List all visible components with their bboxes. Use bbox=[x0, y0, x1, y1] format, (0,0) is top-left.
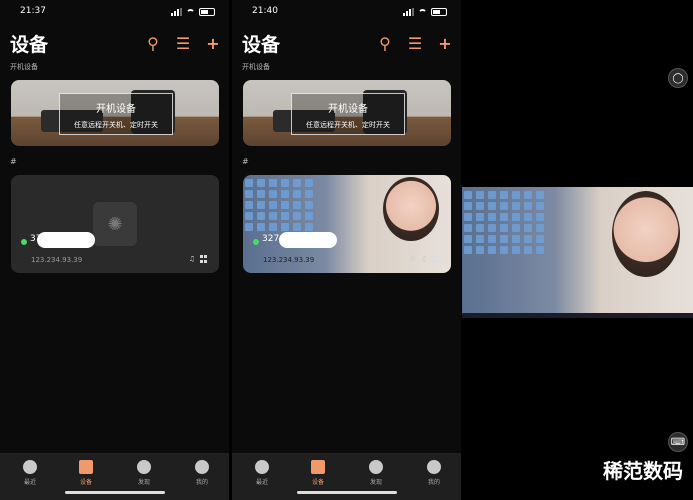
tab-bar: 最近 设备 发现 我的 bbox=[232, 453, 461, 500]
compass-icon bbox=[369, 460, 383, 474]
online-status-dot bbox=[253, 239, 259, 245]
keyboard-icon[interactable]: ⌨ bbox=[668, 432, 688, 452]
device-card[interactable]: 3276 123.234.93.39 ⚙ ♫ bbox=[243, 175, 451, 273]
person-icon bbox=[195, 460, 209, 474]
windows-icon bbox=[432, 255, 439, 263]
watermark: 稀范数码 bbox=[603, 459, 683, 483]
person-icon bbox=[427, 460, 441, 474]
image-icon bbox=[311, 460, 325, 474]
wifi-icon bbox=[186, 8, 195, 16]
battery-icon bbox=[431, 8, 447, 16]
search-icon[interactable]: ⚲ bbox=[377, 34, 393, 53]
section-hash-label: # bbox=[10, 157, 17, 166]
desktop-photo bbox=[383, 177, 439, 241]
bell-icon[interactable]: ♫ bbox=[189, 255, 195, 263]
banner-subtitle: 任意远程开关机、定时开关 bbox=[74, 121, 158, 129]
clock-icon bbox=[255, 460, 269, 474]
wifi-icon bbox=[418, 8, 427, 16]
image-icon bbox=[79, 460, 93, 474]
menu-icon[interactable]: ☰ bbox=[175, 34, 191, 53]
power-device-banner[interactable]: 开机设备 任意远程开关机、定时开关 bbox=[11, 80, 219, 146]
banner-subtitle: 任意远程开关机、定时开关 bbox=[306, 121, 390, 129]
search-icon[interactable]: ⚲ bbox=[145, 34, 161, 53]
home-indicator bbox=[296, 491, 397, 494]
remote-desktop-stream[interactable] bbox=[462, 187, 693, 318]
bell-icon[interactable]: ♫ bbox=[421, 255, 427, 263]
compass-icon bbox=[137, 460, 151, 474]
menu-icon[interactable]: ☰ bbox=[407, 34, 423, 53]
device-card[interactable]: ✺ 37 123.234.93.39 ♫ bbox=[11, 175, 219, 273]
redacted-name bbox=[37, 232, 95, 248]
windows-icon bbox=[200, 255, 207, 263]
device-ip: 123.234.93.39 bbox=[263, 256, 315, 264]
home-indicator bbox=[64, 491, 165, 494]
phone-screen-1: 21:37 设备 ⚲ ☰ + 开机设备 开机设备 任意远程开关机、定时开关 # … bbox=[0, 0, 229, 500]
plus-icon[interactable]: + bbox=[205, 34, 221, 53]
status-bar: 21:37 bbox=[20, 6, 215, 20]
remote-desktop-view: ◯ ⌨ 稀范数码 bbox=[462, 0, 693, 500]
phone-screen-2: 21:40 设备 ⚲ ☰ + 开机设备 开机设备 任意远程开关机、定时开关 # … bbox=[232, 0, 461, 500]
status-bar: 21:40 bbox=[252, 6, 447, 20]
desktop-icons bbox=[245, 179, 315, 231]
desktop-photo bbox=[612, 191, 680, 277]
remote-control-icon[interactable]: ◯ bbox=[668, 68, 688, 88]
tab-discover[interactable]: 发现 bbox=[356, 460, 396, 486]
tab-me[interactable]: 我的 bbox=[182, 460, 222, 486]
tab-me[interactable]: 我的 bbox=[414, 460, 454, 486]
power-device-banner[interactable]: 开机设备 任意远程开关机、定时开关 bbox=[243, 80, 451, 146]
status-time: 21:37 bbox=[20, 6, 46, 16]
banner-title: 开机设备 bbox=[328, 104, 368, 115]
tab-bar: 最近 设备 发现 我的 bbox=[0, 453, 229, 500]
tab-devices[interactable]: 设备 bbox=[66, 460, 106, 486]
redacted-name bbox=[279, 232, 337, 248]
desktop-icons bbox=[464, 191, 554, 254]
banner-title: 开机设备 bbox=[96, 104, 136, 115]
tab-recent[interactable]: 最近 bbox=[242, 460, 282, 486]
signal-icon bbox=[171, 8, 182, 16]
device-placeholder-icon: ✺ bbox=[93, 202, 137, 246]
section-hash-label: # bbox=[242, 157, 249, 166]
plus-icon[interactable]: + bbox=[437, 34, 453, 53]
battery-icon bbox=[199, 8, 215, 16]
tab-discover[interactable]: 发现 bbox=[124, 460, 164, 486]
gear-icon[interactable]: ⚙ bbox=[409, 255, 415, 263]
signal-icon bbox=[403, 8, 414, 16]
section-power-label: 开机设备 bbox=[10, 63, 38, 71]
clock-icon bbox=[23, 460, 37, 474]
page-title: 设备 bbox=[242, 34, 281, 56]
device-ip: 123.234.93.39 bbox=[31, 256, 83, 264]
online-status-dot bbox=[21, 239, 27, 245]
section-power-label: 开机设备 bbox=[242, 63, 270, 71]
tab-devices[interactable]: 设备 bbox=[298, 460, 338, 486]
tab-recent[interactable]: 最近 bbox=[10, 460, 50, 486]
status-time: 21:40 bbox=[252, 6, 278, 16]
windows-taskbar bbox=[462, 313, 693, 318]
page-title: 设备 bbox=[10, 34, 49, 56]
